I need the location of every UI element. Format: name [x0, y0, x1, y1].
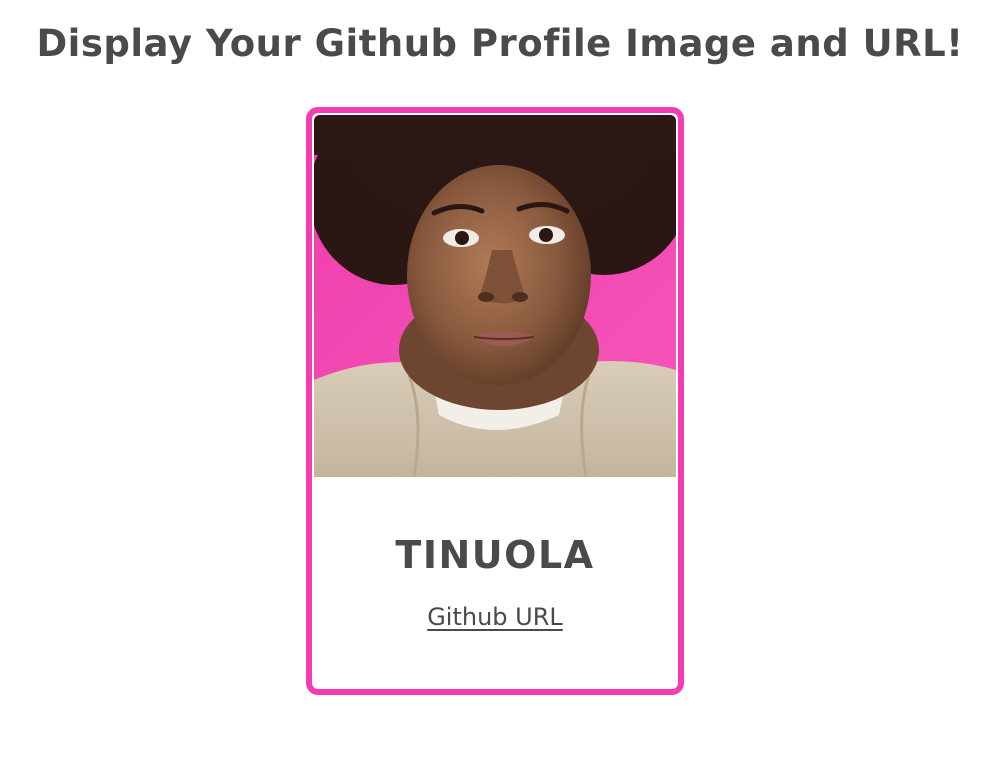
page-title: Display Your Github Profile Image and UR…: [36, 22, 964, 65]
profile-card: TINUOLA Github URL: [306, 107, 684, 695]
profile-photo: [314, 115, 676, 477]
profile-name: TINUOLA: [395, 533, 595, 577]
github-url-link[interactable]: Github URL: [312, 603, 678, 631]
